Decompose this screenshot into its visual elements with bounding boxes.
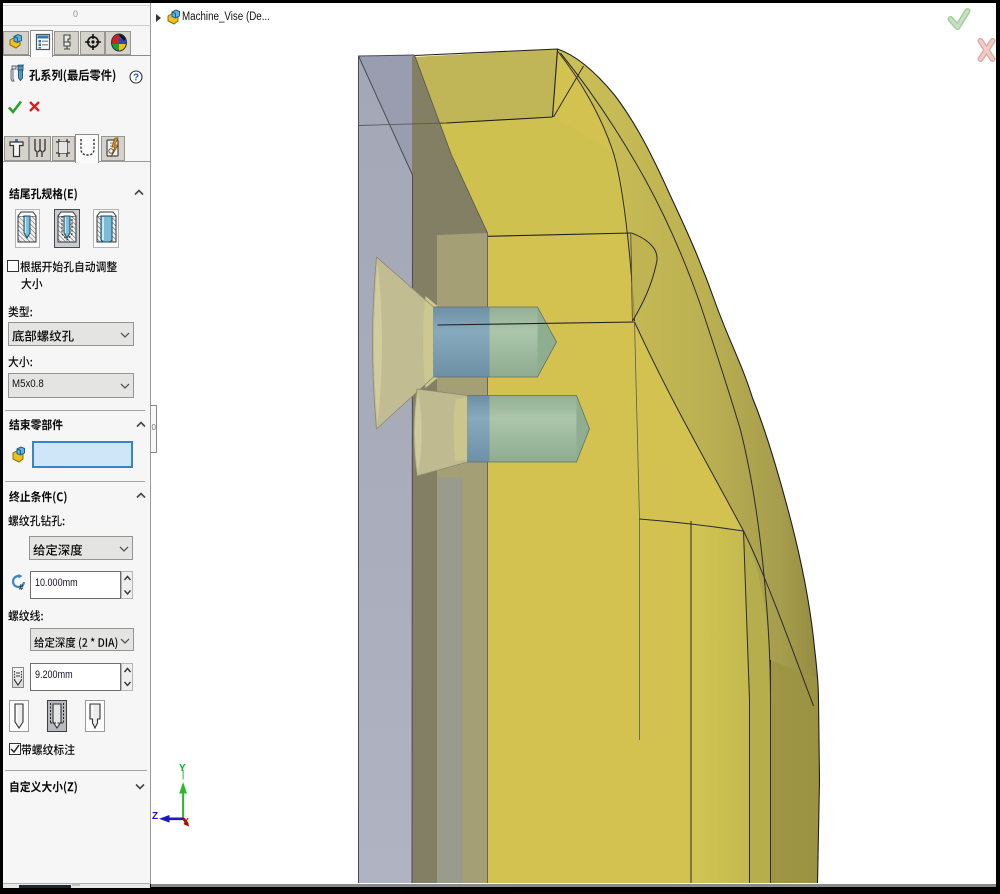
svg-text:#: # <box>19 583 24 592</box>
svg-text:Z: Z <box>152 811 158 822</box>
svg-text:Y: Y <box>179 763 186 774</box>
svg-text:X: X <box>183 817 189 826</box>
svg-text:?: ? <box>133 73 139 84</box>
